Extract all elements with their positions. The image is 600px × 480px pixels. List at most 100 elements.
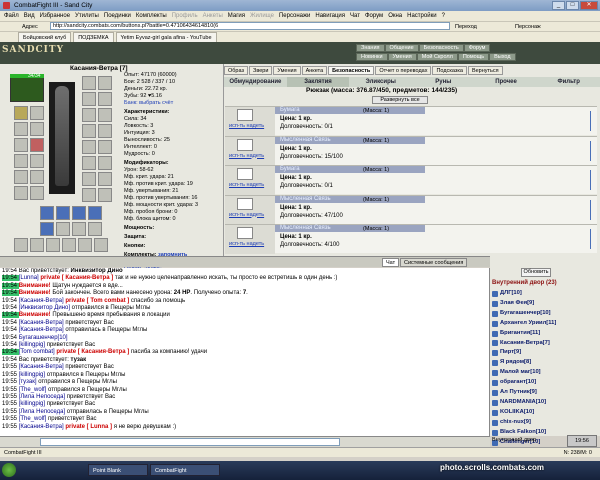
inventory-category-tab[interactable]: Заклятия [286, 77, 350, 87]
equipment-slot[interactable] [82, 188, 96, 202]
chat-text[interactable]: Внимание! [19, 312, 53, 318]
equipment-slot[interactable] [98, 188, 112, 202]
equipment-slot[interactable] [82, 92, 96, 106]
menu-item[interactable]: Настройки [407, 11, 436, 21]
top-nav-item[interactable]: Выход [489, 53, 516, 61]
chat-input[interactable] [40, 438, 340, 446]
online-user-name[interactable]: Пирт[9] [500, 348, 521, 358]
chat-text[interactable]: [Lunna] [19, 275, 41, 281]
equipment-slot[interactable] [30, 138, 44, 152]
online-user[interactable]: Бугагашенчер[10] [492, 309, 596, 319]
taskbar-item-pointblank[interactable]: Point Blank [88, 464, 148, 476]
equipment-slot[interactable] [14, 138, 28, 152]
top-nav-item[interactable]: Умения [387, 53, 417, 61]
top-nav-item[interactable]: Знания [356, 44, 385, 52]
chat-text[interactable]: Внимание! [19, 283, 53, 289]
chat-text[interactable]: [The_wolf] [19, 416, 48, 422]
address-input[interactable]: http://sandcity.combats.com/buttons.pl?b… [50, 22, 450, 30]
online-user[interactable]: Пирт[9] [492, 348, 596, 358]
item-thumbnail[interactable] [237, 197, 253, 210]
inventory-subtab[interactable]: Звери [249, 66, 273, 75]
online-user-name[interactable]: Бригантия[11] [500, 329, 540, 339]
item-thumbnail[interactable] [237, 109, 253, 121]
online-user[interactable]: Злая Фея[9] [492, 299, 596, 309]
equipment-slot[interactable] [14, 106, 28, 120]
inventory-category-tab[interactable]: Обмундирование [224, 77, 287, 87]
inventory-subtab[interactable]: Подсказка [432, 66, 467, 75]
equipment-slot[interactable] [14, 186, 28, 200]
equipment-slot[interactable] [82, 76, 96, 90]
equipment-slot[interactable] [30, 122, 44, 136]
equipment-slot[interactable] [98, 76, 112, 90]
chat-text[interactable]: Внимание! [19, 290, 53, 296]
menu-item[interactable]: Навигация [315, 11, 345, 21]
online-user[interactable]: NARDMANIA[10] [492, 398, 596, 408]
equipment-slot[interactable] [82, 108, 96, 122]
menu-item[interactable]: Избранное [40, 11, 70, 21]
chat-text[interactable]: [Касания-Ветра] [19, 364, 66, 370]
chat-text[interactable]: [The_wolf] [19, 387, 48, 393]
inventory-subtab[interactable]: Анкета [301, 66, 328, 75]
chat-text[interactable]: private [ Касания-Ветра ] [56, 349, 131, 355]
top-nav-item[interactable]: Форум [463, 44, 491, 52]
equipment-slot[interactable] [62, 238, 76, 252]
equipment-slot[interactable] [30, 106, 44, 120]
inventory-subtab[interactable]: Безопасность [328, 66, 375, 75]
chat-text[interactable]: [Инквизитор Дино] [19, 305, 72, 311]
equipment-slot[interactable] [78, 238, 92, 252]
chat-text[interactable]: [Лила Непоседа] [19, 409, 67, 415]
inventory-subtab[interactable]: Образ [224, 66, 249, 75]
top-nav-item[interactable]: Мой Скролл [416, 53, 458, 61]
chat-text[interactable]: [Лила Непоседа] [19, 394, 67, 400]
online-user-name[interactable]: KOLIIKA[10] [500, 408, 534, 418]
browser-tab[interactable]: Yetim Eyvaz-girl gala afina - YouTube [115, 32, 217, 42]
menu-item[interactable]: Вид [24, 11, 35, 21]
menu-item[interactable]: Жилище [250, 11, 274, 21]
maximize-button[interactable]: □ [566, 1, 579, 10]
equipment-slot[interactable] [14, 238, 28, 252]
online-user-name[interactable]: Ал Путник[9] [500, 388, 537, 398]
menu-item[interactable]: Профиль [172, 11, 198, 21]
item-use-link[interactable]: исп-ть надеть [229, 182, 264, 188]
online-user[interactable]: Бригантия[11] [492, 329, 596, 339]
top-nav-item[interactable]: Общение [384, 44, 419, 52]
equipment-slot[interactable] [40, 222, 54, 236]
item-thumbnail[interactable] [237, 227, 253, 239]
item-thumbnail[interactable] [237, 138, 253, 151]
item-name[interactable]: Мысленная Связь [280, 137, 331, 143]
menu-item[interactable]: Персонажи [279, 11, 310, 21]
online-user[interactable]: Архангел Уриил[11] [492, 319, 596, 329]
online-user[interactable]: Ал Путник[9] [492, 388, 596, 398]
online-user-name[interactable]: Малой маг[10] [500, 368, 541, 378]
online-user-name[interactable]: NARDMANIA[10] [500, 398, 546, 408]
stat-section[interactable]: Мощность: [124, 225, 224, 232]
equipment-slot[interactable] [14, 122, 28, 136]
online-user-name[interactable]: Касания-Ветра[7] [500, 339, 550, 349]
stat-section[interactable]: Кнопки: [124, 243, 224, 250]
top-nav-item[interactable]: Помощь [457, 53, 490, 61]
inventory-subtab[interactable]: Вернуться [467, 66, 503, 75]
online-user[interactable]: Малой маг[10] [492, 368, 596, 378]
menu-item[interactable]: Комплекты [136, 11, 167, 21]
chat-text[interactable]: private [ Lunna ] [65, 424, 113, 430]
equipment-slot[interactable] [94, 238, 108, 252]
online-user[interactable]: Касания-Ветра[7] [492, 339, 596, 349]
online-user-name[interactable]: обрагант[10] [500, 378, 536, 388]
chat-text[interactable]: [Касания-Ветра] [19, 327, 66, 333]
modifiers-title[interactable]: Модификаторы: [124, 160, 224, 167]
chat-text[interactable]: [Tom combat] [19, 349, 57, 355]
online-user-name[interactable]: Я рядом[8] [500, 358, 531, 368]
start-button[interactable] [2, 463, 16, 477]
chat-text[interactable]: [killingpig] [19, 372, 47, 378]
unfold-all-button[interactable]: Развернуть все [372, 96, 428, 104]
equipment-slot[interactable] [30, 154, 44, 168]
equipment-slot[interactable] [82, 172, 96, 186]
item-use-link[interactable]: исп-ть надеть [229, 123, 264, 129]
item-name[interactable]: Бумага [280, 107, 300, 113]
top-nav-item[interactable]: Безопасность [418, 44, 464, 52]
equipment-slot[interactable] [82, 124, 96, 138]
item-use-link[interactable]: исп-ть надеть [229, 153, 264, 159]
equipment-slot[interactable] [82, 140, 96, 154]
online-user[interactable]: KOLIIKA[10] [492, 408, 596, 418]
menu-item[interactable]: Утилиты [75, 11, 99, 21]
